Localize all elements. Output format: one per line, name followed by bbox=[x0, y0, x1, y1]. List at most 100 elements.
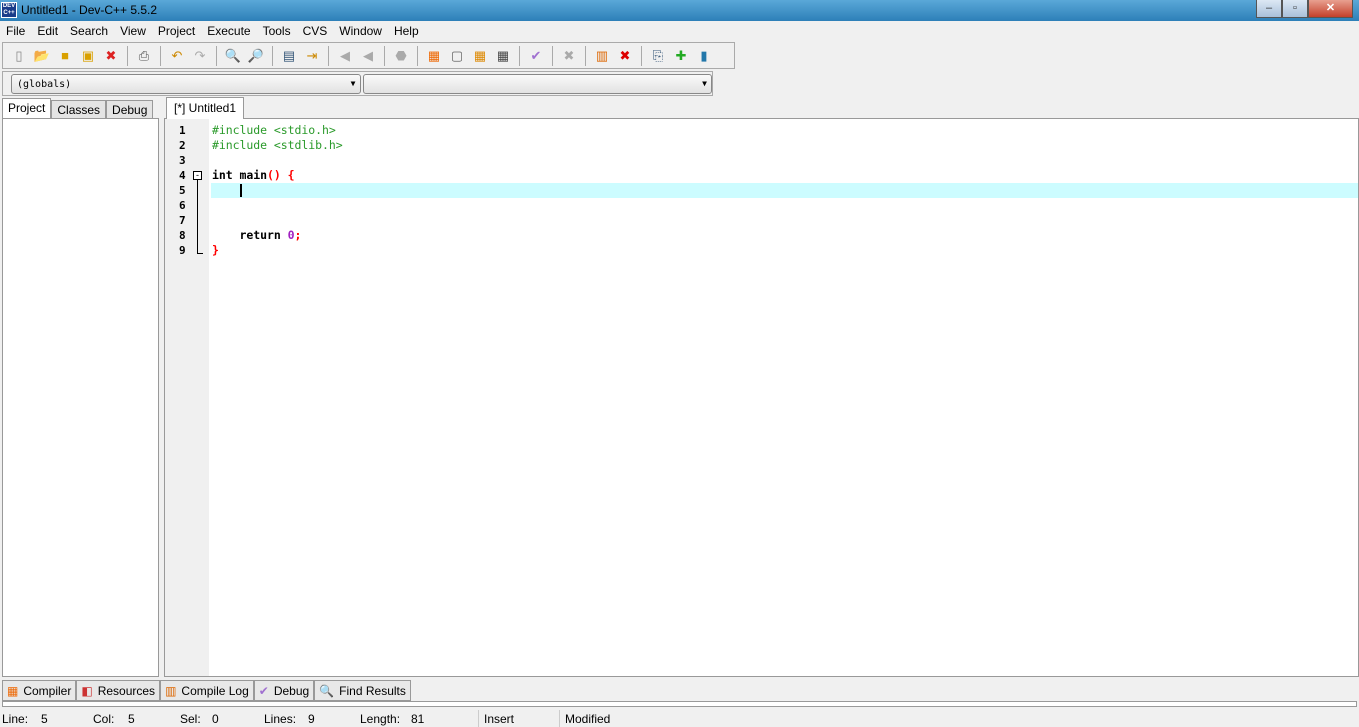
save-all-icon[interactable]: ▣ bbox=[78, 46, 98, 66]
code-editor[interactable]: 1 2 3 4 5 6 7 8 9 - #include <stdio.h> #… bbox=[164, 118, 1359, 677]
open-icon[interactable]: 📂 bbox=[32, 46, 52, 66]
tab-debug[interactable]: Debug bbox=[106, 100, 154, 120]
line-label: Line: bbox=[2, 712, 29, 726]
length-label: Length: bbox=[360, 712, 401, 726]
menu-file[interactable]: File bbox=[0, 22, 31, 41]
new-project-icon[interactable]: ⎘ bbox=[648, 46, 668, 66]
fold-collapse-icon[interactable]: - bbox=[193, 171, 202, 180]
code-line: return 0; bbox=[211, 228, 1358, 243]
include-directive: #include <stdio.h> bbox=[212, 123, 336, 137]
print-icon[interactable]: ⎙ bbox=[134, 46, 154, 66]
add-to-project-icon[interactable]: ✚ bbox=[671, 46, 691, 66]
scope-value: (globals) bbox=[17, 79, 72, 90]
lines-label: Lines: bbox=[264, 712, 297, 726]
menu-window[interactable]: Window bbox=[333, 22, 388, 41]
tab-find-results[interactable]: 🔍 Find Results bbox=[314, 680, 411, 701]
bottom-panel-splitter[interactable] bbox=[2, 701, 1357, 707]
line-number: 7 bbox=[179, 214, 186, 227]
unindent-icon[interactable]: ⇥ bbox=[302, 46, 322, 66]
lines-value: 9 bbox=[308, 712, 315, 726]
line-number: 8 bbox=[179, 229, 186, 242]
line-value: 5 bbox=[41, 712, 48, 726]
sel-label: Sel: bbox=[180, 712, 201, 726]
tab-classes[interactable]: Classes bbox=[51, 100, 107, 120]
window-title: Untitled1 - Dev-C++ 5.5.2 bbox=[21, 3, 158, 17]
code-text: () bbox=[267, 168, 281, 182]
tab-untitled1[interactable]: [*] Untitled1 bbox=[166, 97, 245, 119]
stop-icon[interactable]: ✖ bbox=[559, 46, 579, 66]
tab-project[interactable]: Project bbox=[2, 98, 52, 120]
tab-debug-output[interactable]: ✔ Debug bbox=[253, 680, 315, 701]
tab-resources[interactable]: ◧ Resources bbox=[76, 680, 161, 701]
chevron-down-icon: ▼ bbox=[702, 79, 707, 88]
line-number: 3 bbox=[179, 154, 186, 167]
undo-icon[interactable]: ↶ bbox=[167, 46, 187, 66]
code-line: #include <stdlib.h> bbox=[211, 138, 1358, 153]
menu-bar: File Edit Search View Project Execute To… bbox=[0, 22, 1359, 41]
sel-value: 0 bbox=[212, 712, 219, 726]
close-icon[interactable]: ✖ bbox=[101, 46, 121, 66]
current-line bbox=[211, 183, 1358, 198]
menu-execute[interactable]: Execute bbox=[201, 22, 256, 41]
remove-from-project-icon[interactable]: ▮ bbox=[694, 46, 714, 66]
run-icon[interactable]: ▢ bbox=[447, 46, 467, 66]
menu-project[interactable]: Project bbox=[152, 22, 201, 41]
redo-icon[interactable]: ↷ bbox=[190, 46, 210, 66]
modified-status: Modified bbox=[565, 712, 611, 726]
code-line: } bbox=[211, 243, 1358, 258]
menu-view[interactable]: View bbox=[114, 22, 152, 41]
line-gutter: 1 2 3 4 5 6 7 8 9 - bbox=[165, 119, 209, 676]
tab-compile-log[interactable]: ▥ Compile Log bbox=[160, 680, 254, 701]
compile-run-icon[interactable]: ▦ bbox=[470, 46, 490, 66]
rebuild-icon[interactable]: ▦ bbox=[493, 46, 513, 66]
compile-icon[interactable]: ▦ bbox=[424, 46, 444, 66]
replace-icon[interactable]: 🔎 bbox=[246, 46, 266, 66]
menu-cvs[interactable]: CVS bbox=[297, 22, 334, 41]
line-number: 6 bbox=[179, 199, 186, 212]
code-area[interactable]: #include <stdio.h> #include <stdlib.h> i… bbox=[211, 123, 1358, 258]
col-label: Col: bbox=[93, 712, 115, 726]
member-select[interactable]: ▼ bbox=[362, 74, 712, 94]
code-text: 0 bbox=[287, 228, 295, 242]
bookmark-icon[interactable]: ⬣ bbox=[391, 46, 411, 66]
project-panel[interactable] bbox=[2, 118, 159, 677]
check-icon: ✔ bbox=[258, 683, 269, 698]
menu-edit[interactable]: Edit bbox=[31, 22, 64, 41]
line-number: 9 bbox=[179, 244, 186, 257]
compiler-icon: ▦ bbox=[7, 683, 19, 698]
new-file-icon[interactable]: ▯ bbox=[9, 46, 29, 66]
find-icon[interactable]: 🔍 bbox=[223, 46, 243, 66]
text-caret bbox=[239, 184, 242, 197]
tab-label: Compile Log bbox=[181, 683, 249, 698]
indent-icon[interactable]: ▤ bbox=[279, 46, 299, 66]
menu-search[interactable]: Search bbox=[64, 22, 114, 41]
code-line: #include <stdio.h> bbox=[211, 123, 1358, 138]
maximize-button[interactable]: ▫ bbox=[1282, 0, 1308, 18]
delete-profile-icon[interactable]: ✖ bbox=[615, 46, 635, 66]
save-icon[interactable]: ■ bbox=[55, 46, 75, 66]
goto-forward-icon[interactable]: ◀ bbox=[358, 46, 378, 66]
profile-icon[interactable]: ▥ bbox=[592, 46, 612, 66]
menu-help[interactable]: Help bbox=[388, 22, 425, 41]
scope-select[interactable]: (globals) ▼ bbox=[11, 74, 361, 94]
find-icon: 🔍 bbox=[319, 683, 335, 698]
syntax-check-icon[interactable]: ✔ bbox=[526, 46, 546, 66]
col-value: 5 bbox=[128, 712, 135, 726]
menu-tools[interactable]: Tools bbox=[257, 22, 297, 41]
tab-label: Compiler bbox=[23, 683, 72, 698]
close-button[interactable]: ✕ bbox=[1308, 0, 1353, 18]
tab-compiler[interactable]: ▦ Compiler bbox=[2, 680, 77, 701]
code-text: int main bbox=[212, 168, 267, 182]
chart-icon: ▥ bbox=[165, 683, 177, 698]
length-value: 81 bbox=[411, 712, 425, 726]
tab-label: Find Results bbox=[339, 683, 406, 698]
title-bar: DEV C++ Untitled1 - Dev-C++ 5.5.2 – ▫ ✕ bbox=[0, 0, 1359, 21]
minimize-button[interactable]: – bbox=[1256, 0, 1282, 18]
scope-bar: (globals) ▼ ▼ bbox=[2, 71, 713, 96]
goto-back-icon[interactable]: ◀ bbox=[335, 46, 355, 66]
toolbar: ▯ 📂 ■ ▣ ✖ ⎙ ↶ ↷ 🔍 🔎 ▤ ⇥ ◀ ◀ ⬣ ▦ ▢ ▦ ▦ ✔ … bbox=[2, 42, 735, 69]
include-directive: #include <stdlib.h> bbox=[212, 138, 343, 152]
